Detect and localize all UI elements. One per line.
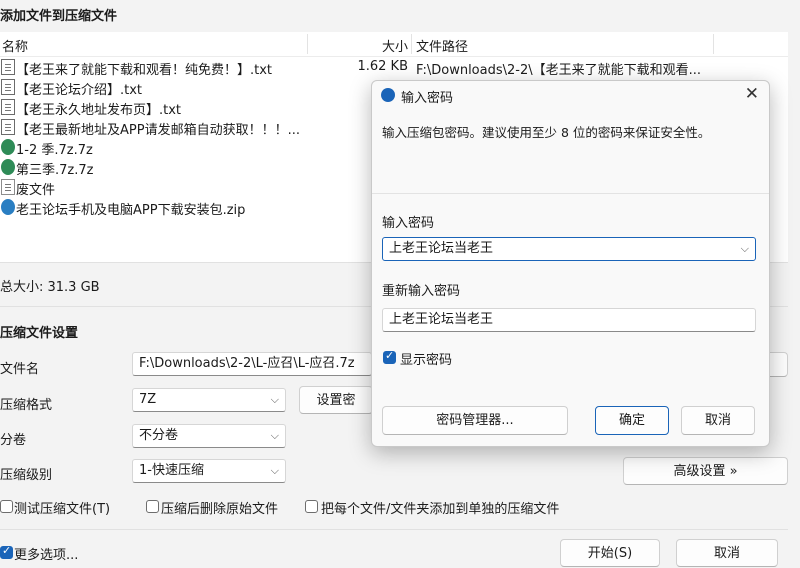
password-dialog: 输入密码 ✕ 输入压缩包密码。建议使用至少 8 位的密码来保证安全性。 输入密码…	[371, 80, 770, 447]
table-row[interactable]: 【老王来了就能下载和观看！纯免费！】.txt 1.62 KB F:\Downlo…	[0, 57, 788, 78]
column-size[interactable]: 大小	[382, 36, 408, 55]
dialog-cancel-button[interactable]: 取消	[681, 406, 755, 435]
show-password-checkbox[interactable]	[383, 349, 396, 364]
test-archive-checkbox[interactable]	[0, 500, 13, 513]
total-size: 总大小: 31.3 GB	[0, 280, 100, 295]
text-file-icon	[1, 99, 15, 115]
text-file-icon	[1, 79, 15, 95]
show-password-label: 显示密码	[400, 353, 453, 368]
chevron-down-icon[interactable]: ⌵	[741, 238, 749, 260]
filename-label: 文件名	[0, 362, 40, 377]
column-name[interactable]: 名称	[2, 36, 28, 55]
start-button[interactable]: 开始(S)	[560, 539, 660, 567]
reenter-password-input[interactable]: 上老王论坛当老王	[382, 308, 756, 332]
dialog-description: 输入压缩包密码。建议使用至少 8 位的密码来保证安全性。	[382, 125, 711, 140]
set-password-button[interactable]: 设置密	[299, 386, 373, 414]
password-manager-button[interactable]: 密码管理器...	[382, 406, 568, 435]
more-options-checkbox[interactable]	[0, 544, 13, 559]
file-list-header: 名称 大小 文件路径	[0, 32, 788, 57]
volume-label: 分卷	[0, 433, 27, 448]
format-label: 压缩格式	[0, 398, 53, 413]
password-input[interactable]: 上老王论坛当老王 ⌵	[382, 237, 756, 261]
delete-originals-label: 压缩后删除原始文件	[161, 502, 279, 517]
zip-archive-icon	[1, 199, 15, 215]
archive-icon	[1, 159, 15, 175]
ok-button[interactable]: 确定	[595, 406, 669, 435]
separate-archives-label: 把每个文件/文件夹添加到单独的压缩文件	[321, 502, 560, 517]
chevron-down-icon: ⌵	[270, 464, 279, 477]
filename-input[interactable]: F:\Downloads\2-2\L-应召\L-应召.7z	[132, 352, 372, 376]
level-label: 压缩级别	[0, 468, 53, 483]
delete-originals-checkbox[interactable]	[146, 500, 159, 513]
column-divider[interactable]	[713, 34, 714, 54]
column-divider[interactable]	[307, 34, 308, 54]
archive-icon	[1, 139, 15, 155]
separate-archives-checkbox[interactable]	[305, 500, 318, 513]
volume-select[interactable]: 不分卷 ⌵	[132, 424, 286, 448]
window-title: 添加文件到压缩文件	[0, 9, 118, 24]
cancel-button[interactable]: 取消	[676, 539, 778, 567]
app-icon	[381, 88, 395, 102]
chevron-down-icon: ⌵	[270, 393, 279, 406]
test-archive-label: 测试压缩文件(T)	[14, 502, 111, 517]
divider	[0, 529, 788, 530]
settings-title: 压缩文件设置	[0, 326, 79, 341]
password-label: 输入密码	[382, 216, 435, 231]
column-path[interactable]: 文件路径	[416, 36, 468, 55]
level-select[interactable]: 1-快速压缩 ⌵	[132, 459, 286, 483]
close-icon[interactable]: ✕	[745, 84, 759, 104]
chevron-down-icon: ⌵	[270, 429, 279, 442]
divider	[372, 193, 769, 194]
reenter-password-label: 重新输入密码	[382, 284, 461, 299]
dialog-title: 输入密码	[401, 91, 454, 106]
more-options-label[interactable]: 更多选项...	[14, 544, 78, 563]
column-divider[interactable]	[411, 34, 412, 54]
file-icon	[1, 179, 15, 195]
format-select[interactable]: 7Z ⌵	[132, 388, 286, 412]
text-file-icon	[1, 119, 15, 135]
advanced-settings-button[interactable]: 高级设置 »	[623, 457, 788, 485]
text-file-icon	[1, 59, 15, 75]
